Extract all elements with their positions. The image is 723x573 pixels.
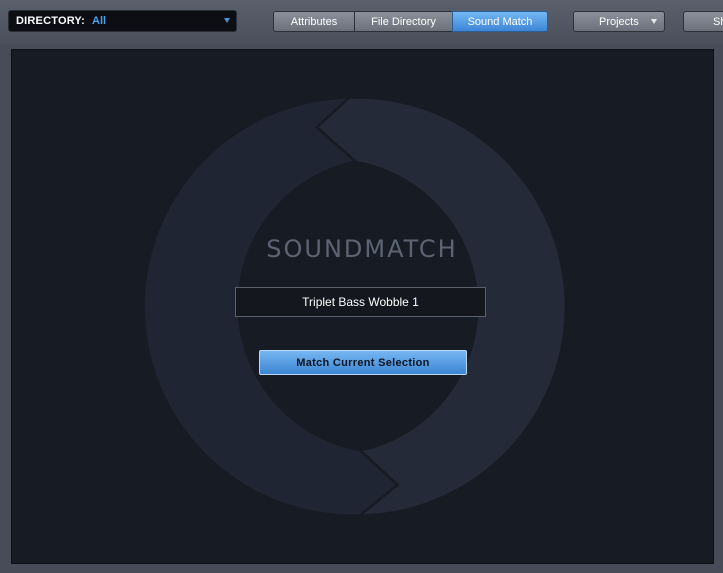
projects-label: Projects [599,15,639,28]
chevron-down-icon [224,18,230,23]
current-sound-field: Triplet Bass Wobble 1 [235,287,486,317]
tab-sound-match[interactable]: Sound Match [452,11,548,32]
toolbar: DIRECTORY: All Attributes File Directory… [0,0,723,44]
projects-dropdown[interactable]: Projects [573,11,665,32]
show-label: Show [713,15,723,28]
directory-selector[interactable]: DIRECTORY: All [8,10,237,32]
match-current-selection-button[interactable]: Match Current Selection [259,350,467,375]
soundmatch-title: SOUNDMATCH [266,235,458,263]
soundmatch-panel: SOUNDMATCH Triplet Bass Wobble 1 Match C… [11,49,714,564]
tab-file-directory[interactable]: File Directory [354,11,453,32]
directory-label: DIRECTORY: [16,15,86,27]
chevron-down-icon [651,19,657,24]
directory-value: All [92,15,107,27]
show-button[interactable]: Show [683,11,723,32]
tab-attributes[interactable]: Attributes [273,11,355,32]
